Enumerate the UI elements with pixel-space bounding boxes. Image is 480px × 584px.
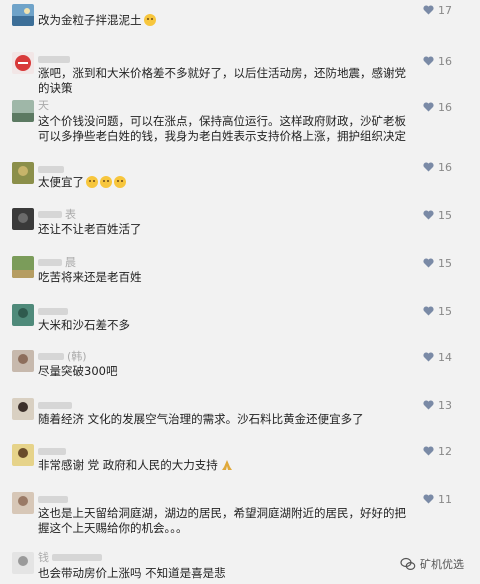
like-count: 16 <box>438 54 452 68</box>
comment-text: 尽量突破300吧 <box>38 364 118 378</box>
avatar[interactable] <box>12 492 34 514</box>
comment-feed: 改为金粒子拌混泥土 17 涨吧，涨到和大米价格差不多就好了，以后住活动房，还防地… <box>0 0 480 584</box>
heart-icon <box>423 102 434 112</box>
heart-icon <box>423 400 434 410</box>
like-button[interactable]: 11 <box>412 492 452 506</box>
username[interactable] <box>38 56 70 63</box>
username[interactable]: 晨 <box>38 257 76 269</box>
comment-text: 这个价钱没问题，可以在涨点，保持高位运行。这样政府财政，沙矿老板可以多挣些老白姓… <box>38 114 406 143</box>
heart-icon <box>423 56 434 66</box>
heart-icon <box>423 306 434 316</box>
avatar[interactable] <box>12 162 34 184</box>
like-button[interactable]: 12 <box>412 444 452 458</box>
emoji-icon <box>100 176 112 188</box>
watermark: 矿机优选 <box>400 556 464 572</box>
heart-icon <box>423 5 434 15</box>
avatar[interactable] <box>12 304 34 326</box>
username[interactable] <box>38 448 66 455</box>
avatar[interactable] <box>12 52 34 74</box>
username[interactable]: 表 <box>38 209 76 221</box>
like-button[interactable]: 15 <box>412 304 452 318</box>
comment-text: 太便宜了 <box>38 175 410 190</box>
username[interactable]: (韩) <box>38 351 87 363</box>
emoji-icon <box>143 14 156 26</box>
comment-text: 也会带动房价上涨吗 不知道是喜是悲 <box>38 566 226 580</box>
comment-text: 还让不让老百姓活了 <box>38 222 142 236</box>
heart-icon <box>423 446 434 456</box>
comment-text: 这也是上天留给洞庭湖，湖边的居民，希望洞庭湖附近的居民，好好的把握这个上天赐给你… <box>38 506 406 535</box>
like-button[interactable]: 16 <box>412 160 452 174</box>
comment-text: 随着经济 文化的发展空气治理的需求。沙石料比黄金还便宜多了 <box>38 412 364 426</box>
heart-icon <box>423 210 434 220</box>
like-count: 13 <box>438 398 452 412</box>
comment-text: 吃苦将来还是老百姓 <box>38 270 142 284</box>
avatar[interactable] <box>12 552 34 574</box>
like-button[interactable]: 14 <box>412 350 452 364</box>
comment-text: 大米和沙石差不多 <box>38 318 130 332</box>
comment-text: 改为金粒子拌混泥土 <box>38 13 410 28</box>
heart-icon <box>423 162 434 172</box>
username[interactable]: 钱 <box>38 552 102 564</box>
praying-hands-icon <box>221 460 232 470</box>
like-count: 16 <box>438 100 452 114</box>
comment-text: 非常感谢 党 政府和人民的大力支持 <box>38 458 410 473</box>
like-button[interactable]: 16 <box>412 100 452 114</box>
avatar[interactable] <box>12 256 34 278</box>
like-count: 14 <box>438 350 452 364</box>
heart-icon <box>423 352 434 362</box>
watermark-text: 矿机优选 <box>420 558 464 571</box>
like-count: 16 <box>438 160 452 174</box>
username[interactable] <box>38 166 64 173</box>
comment-text: 涨吧，涨到和大米价格差不多就好了，以后住活动房，还防地震，感谢党的诀策 <box>38 66 406 95</box>
username[interactable] <box>38 496 68 503</box>
like-button[interactable]: 15 <box>412 256 452 270</box>
avatar[interactable] <box>12 398 34 420</box>
emoji-icon <box>114 176 126 188</box>
username[interactable] <box>38 308 68 315</box>
like-count: 11 <box>438 492 452 506</box>
avatar[interactable] <box>12 444 34 466</box>
avatar[interactable] <box>12 208 34 230</box>
username[interactable] <box>38 402 72 409</box>
like-count: 15 <box>438 304 452 318</box>
heart-icon <box>423 258 434 268</box>
like-button[interactable]: 13 <box>412 398 452 412</box>
like-count: 12 <box>438 444 452 458</box>
like-button[interactable]: 15 <box>412 208 452 222</box>
avatar[interactable] <box>12 4 34 26</box>
like-count: 15 <box>438 208 452 222</box>
like-button[interactable]: 16 <box>412 54 452 68</box>
like-count: 17 <box>438 3 452 17</box>
heart-icon <box>423 494 434 504</box>
emoji-icon <box>86 176 98 188</box>
like-count: 15 <box>438 256 452 270</box>
wechat-icon <box>400 557 416 571</box>
username[interactable]: 天 <box>38 100 49 112</box>
like-button[interactable]: 17 <box>412 3 452 17</box>
avatar[interactable] <box>12 100 34 122</box>
avatar[interactable] <box>12 350 34 372</box>
